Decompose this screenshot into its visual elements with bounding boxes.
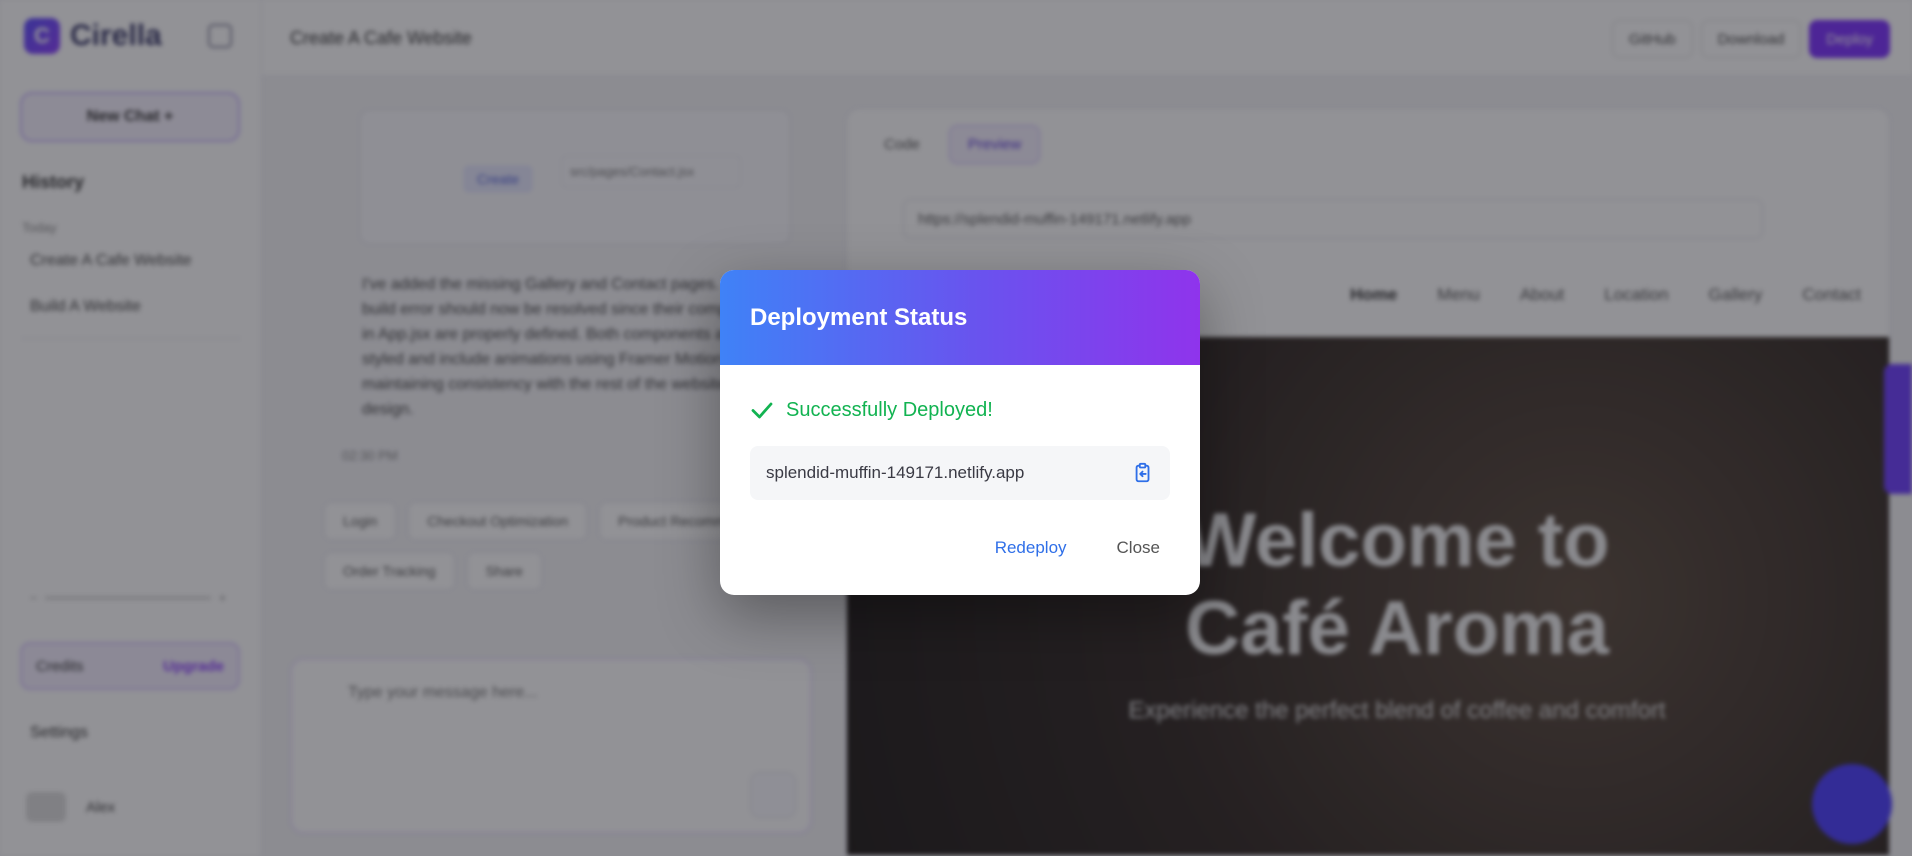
modal-actions: Redeploy Close [985, 532, 1170, 564]
deploy-url-box: splendid-muffin-149171.netlify.app [750, 446, 1170, 500]
deploy-url[interactable]: splendid-muffin-149171.netlify.app [766, 463, 1024, 483]
check-icon [751, 402, 773, 419]
close-button[interactable]: Close [1107, 532, 1170, 564]
status-row: Successfully Deployed! [750, 398, 993, 422]
deployment-modal: Deployment Status Successfully Deployed!… [720, 270, 1200, 595]
modal-header: Deployment Status [720, 270, 1200, 365]
modal-title: Deployment Status [750, 303, 968, 331]
clipboard-copy-icon[interactable] [1132, 462, 1154, 484]
redeploy-button[interactable]: Redeploy [985, 532, 1077, 564]
status-text: Successfully Deployed! [786, 398, 993, 421]
